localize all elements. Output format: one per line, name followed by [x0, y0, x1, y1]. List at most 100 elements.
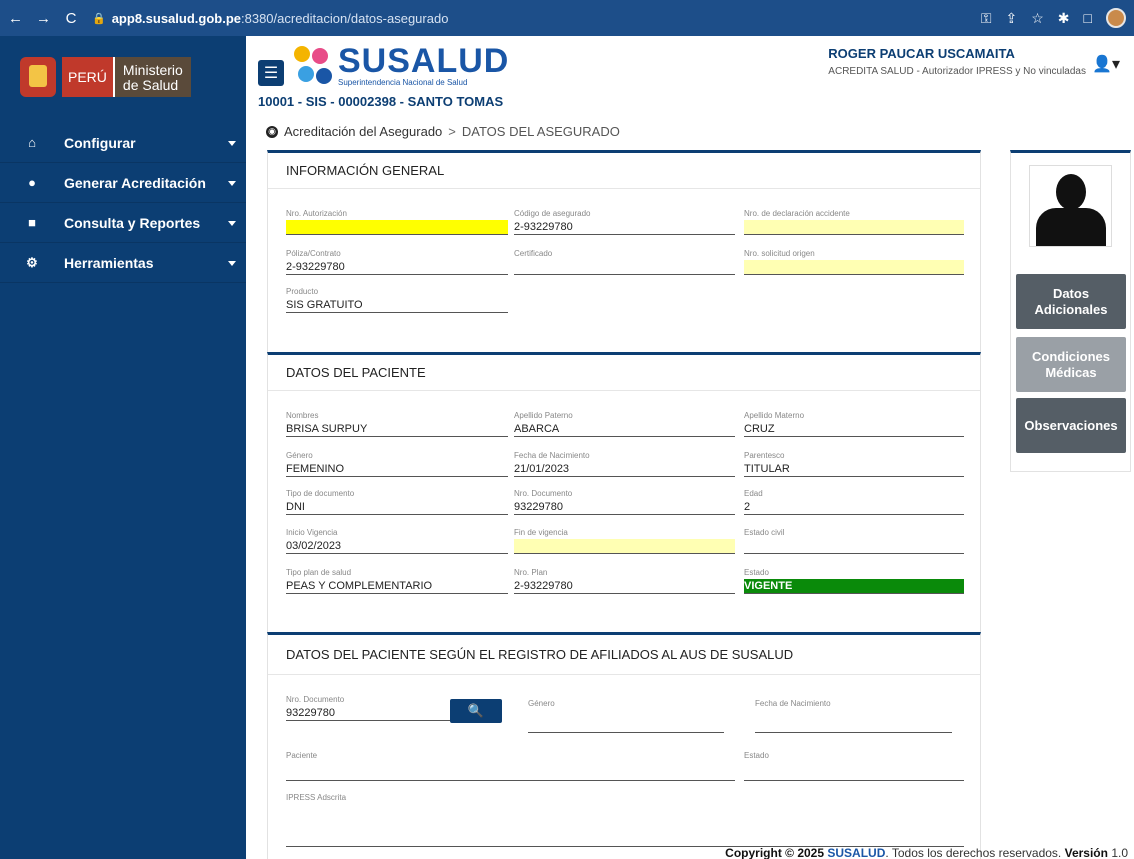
inicio-vigencia-input[interactable]: 03/02/2023 [286, 539, 508, 554]
nombres-input[interactable]: BRISA SURPUY [286, 422, 508, 437]
field-label: Inicio Vigencia [286, 528, 338, 537]
window-icon[interactable]: □ [1084, 10, 1092, 26]
certificado-input[interactable] [514, 260, 735, 275]
field-label: Certificado [514, 249, 553, 258]
share-icon[interactable]: ⇪ [1006, 10, 1018, 27]
field-label: Fecha de Nacimiento [755, 699, 831, 708]
sidebar: PERÚ Ministerio de Salud ⌂ Configurar ● … [0, 36, 246, 859]
edad-input[interactable]: 2 [744, 500, 964, 515]
home-icon: ⌂ [28, 135, 36, 150]
version-label: Versión [1064, 846, 1108, 859]
panel-datos-paciente: DATOS DEL PACIENTE Nombres BRISA SURPUY … [267, 352, 981, 632]
footer-brand-link[interactable]: SUSALUD [827, 846, 885, 859]
version-number: 1.0 [1111, 846, 1128, 859]
field-genero: Género FEMENINO [286, 451, 508, 477]
field-label: Nro. Autorización [286, 209, 347, 218]
field-label: Tipo plan de salud [286, 568, 352, 577]
address-bar[interactable]: 🔒 app8.susalud.gob.pe :8380/acreditacion… [92, 11, 448, 26]
brand-name: SUSALUD [338, 42, 510, 80]
sidebar-item-consulta-reportes[interactable]: ■ Consulta y Reportes [0, 203, 246, 243]
breadcrumb-separator: > [448, 124, 456, 139]
extensions-icon[interactable]: ✱ [1058, 10, 1070, 27]
caret-down-icon [228, 141, 236, 146]
field-label: Nro. de declaración accidente [744, 209, 850, 218]
field-aus-ipress: IPRESS Adscrita [286, 793, 964, 847]
aus-fecha-nacimiento-input[interactable] [755, 718, 952, 733]
field-producto: Producto SIS GRATUITO [286, 287, 508, 313]
field-inicio-vigencia: Inicio Vigencia 03/02/2023 [286, 528, 508, 554]
nro-documento-input[interactable]: 93229780 [514, 500, 735, 515]
back-icon[interactable]: ← [8, 10, 23, 27]
field-label: Fin de vigencia [514, 528, 568, 537]
aus-paciente-input[interactable] [286, 766, 735, 781]
caret-down-icon [228, 181, 236, 186]
field-nombres: Nombres BRISA SURPUY [286, 411, 508, 437]
fin-vigencia-input[interactable] [514, 539, 735, 554]
sidebar-item-herramientas[interactable]: ⚙ Herramientas [0, 243, 246, 283]
user-menu-icon[interactable]: 👤▾ [1092, 54, 1120, 74]
codigo-asegurado-input[interactable]: 2-93229780 [514, 220, 735, 235]
datos-adicionales-button[interactable]: Datos Adicionales [1016, 274, 1126, 329]
field-label: Nro. Documento [286, 695, 345, 704]
field-label: Género [286, 451, 313, 460]
aus-genero-input[interactable] [528, 718, 724, 733]
search-button[interactable]: 🔍 [450, 699, 502, 723]
profile-avatar-icon[interactable] [1106, 8, 1126, 28]
browser-toolbar: ← → C 🔒 app8.susalud.gob.pe :8380/acredi… [0, 0, 1134, 36]
field-nro-plan: Nro. Plan 2-93229780 [514, 568, 735, 594]
parentesco-input[interactable]: TITULAR [744, 462, 964, 477]
panel-title: DATOS DEL PACIENTE [268, 355, 980, 391]
tipo-plan-input[interactable]: PEAS Y COMPLEMENTARIO [286, 579, 508, 594]
nro-solicitud-input[interactable] [744, 260, 964, 275]
nro-autorizacion-input[interactable] [286, 220, 508, 235]
logo-ministerio: Ministerio de Salud [112, 57, 191, 97]
field-tipo-plan: Tipo plan de salud PEAS Y COMPLEMENTARIO [286, 568, 508, 594]
susalud-mark-icon [294, 45, 338, 86]
field-nro-documento: Nro. Documento 93229780 [514, 489, 735, 515]
breadcrumb-root[interactable]: Acreditación del Asegurado [284, 124, 442, 139]
person-silhouette-icon [1056, 174, 1086, 210]
panel-title: DATOS DEL PACIENTE SEGÚN EL REGISTRO DE … [268, 635, 980, 675]
gears-icon: ⚙ [26, 254, 38, 270]
nro-declaracion-input[interactable] [744, 220, 964, 235]
logo-ministerio-line2: de Salud [122, 77, 179, 93]
star-icon[interactable]: ☆ [1031, 10, 1044, 27]
aus-estado-input[interactable] [744, 766, 964, 781]
producto-input[interactable]: SIS GRATUITO [286, 298, 508, 313]
nro-plan-input[interactable]: 2-93229780 [514, 579, 735, 594]
field-apellido-paterno: Apellido Paterno ABARCA [514, 411, 735, 437]
field-label: Edad [744, 489, 763, 498]
breadcrumb-current: DATOS DEL ASEGURADO [461, 124, 620, 139]
field-poliza: Póliza/Contrato 2-93229780 [286, 249, 508, 275]
field-aus-nro-documento: Nro. Documento 93229780 [286, 695, 456, 721]
hamburger-menu-button[interactable]: ☰ [258, 60, 284, 86]
logo-ministerio-line1: Ministerio [122, 62, 183, 78]
sidebar-item-configurar[interactable]: ⌂ Configurar [0, 123, 246, 163]
field-label: IPRESS Adscrita [286, 793, 347, 802]
sidebar-menu: ⌂ Configurar ● Generar Acreditación ■ Co… [0, 123, 246, 283]
fecha-nacimiento-input[interactable]: 21/01/2023 [514, 462, 735, 477]
reload-icon[interactable]: C [64, 10, 78, 27]
aus-ipress-input[interactable] [286, 832, 964, 847]
forward-icon[interactable]: → [36, 10, 51, 27]
condiciones-medicas-button[interactable]: Condiciones Médicas [1016, 337, 1126, 392]
aus-nro-documento-input[interactable]: 93229780 [286, 706, 456, 721]
field-label: Código de asegurado [514, 209, 591, 218]
field-nro-autorizacion: Nro. Autorización [286, 209, 508, 235]
key-icon[interactable]: ⚿ [981, 10, 992, 27]
field-apellido-materno: Apellido Materno CRUZ [744, 411, 964, 437]
apellido-paterno-input[interactable]: ABARCA [514, 422, 735, 437]
observaciones-button[interactable]: Observaciones [1016, 398, 1126, 453]
estado-civil-input[interactable] [744, 539, 964, 554]
field-fecha-nacimiento: Fecha de Nacimiento 21/01/2023 [514, 451, 735, 477]
lock-icon: 🔒 [92, 12, 106, 25]
sidebar-item-generar-acreditacion[interactable]: ● Generar Acreditación [0, 163, 246, 203]
tipo-documento-input[interactable]: DNI [286, 500, 508, 515]
field-estado: Estado VIGENTE [744, 568, 964, 594]
genero-input[interactable]: FEMENINO [286, 462, 508, 477]
field-label: Apellido Materno [744, 411, 805, 420]
apellido-materno-input[interactable]: CRUZ [744, 422, 964, 437]
field-aus-fecha-nacimiento: Fecha de Nacimiento [755, 699, 952, 733]
sidebar-item-label: Herramientas [64, 254, 154, 271]
poliza-input[interactable]: 2-93229780 [286, 260, 508, 275]
